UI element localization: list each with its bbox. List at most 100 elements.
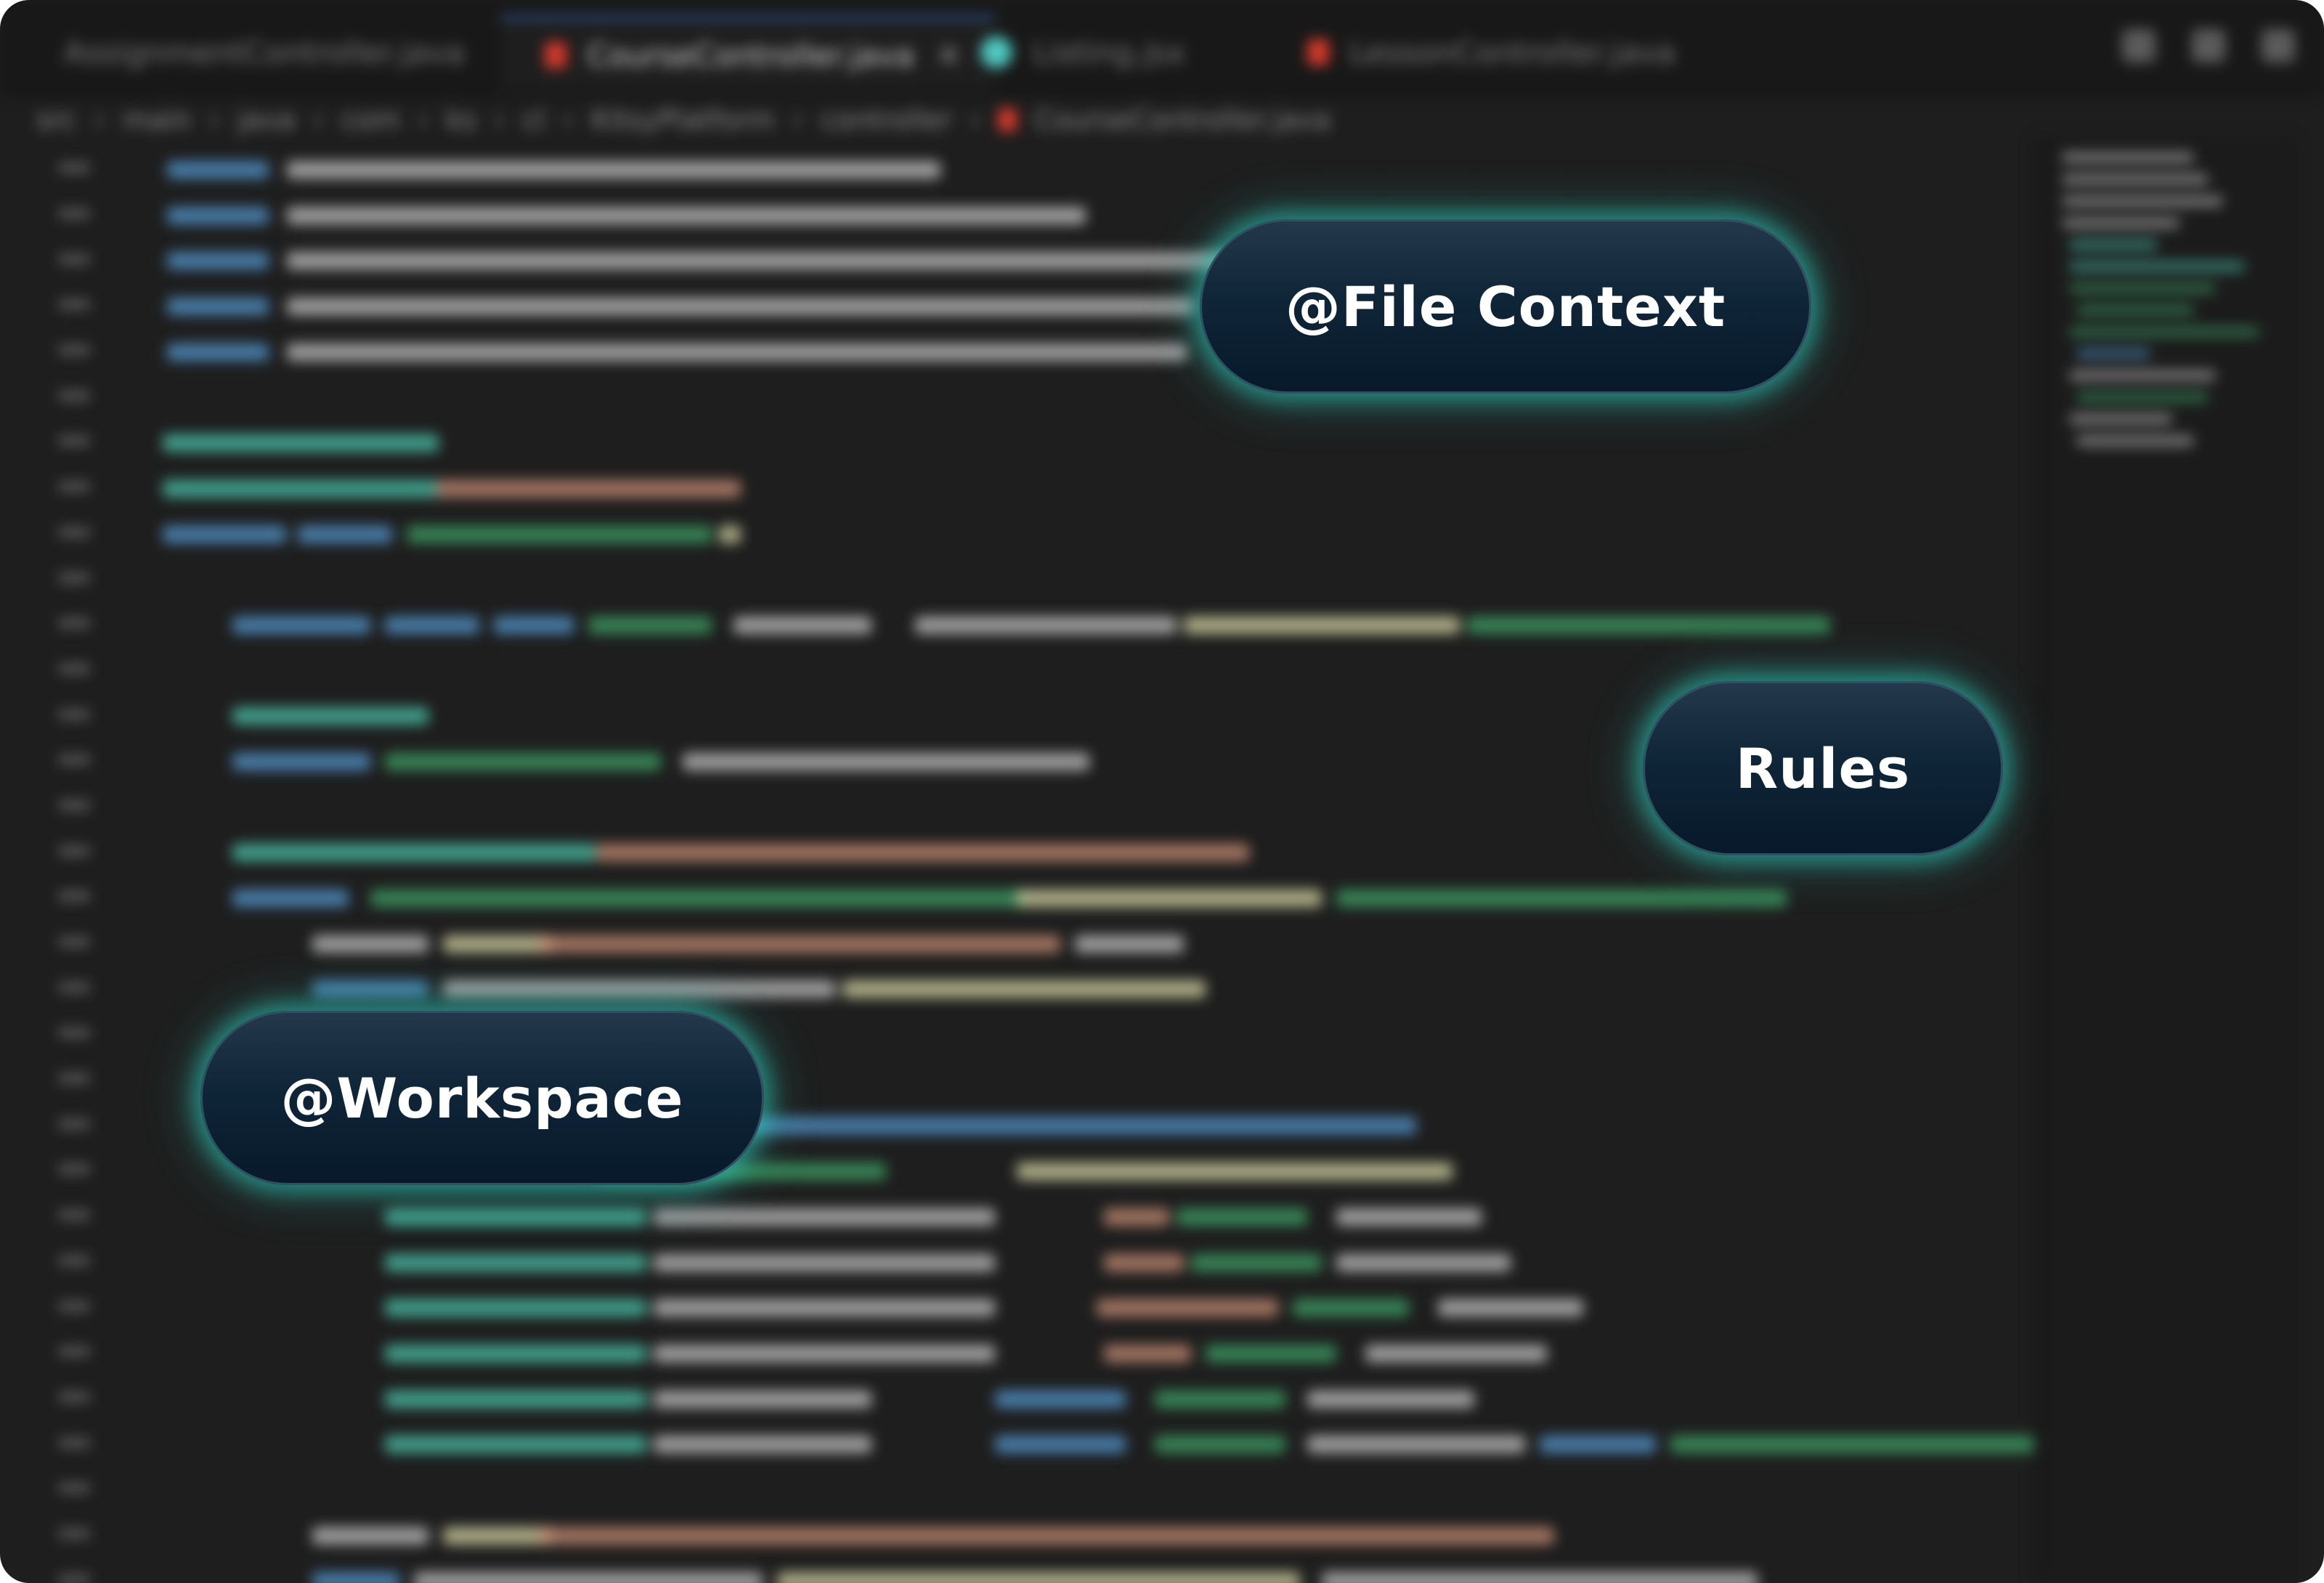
line-number <box>58 1283 102 1329</box>
code-token <box>654 1299 995 1317</box>
minimap-line <box>2063 196 2222 206</box>
code-token <box>163 525 286 543</box>
line-number <box>58 1147 102 1192</box>
code-line[interactable] <box>160 601 2048 646</box>
breadcrumb-item[interactable]: controller <box>821 104 952 136</box>
line-number <box>58 282 102 327</box>
workspace-pill[interactable]: @Workspace <box>200 1011 764 1185</box>
code-token <box>1017 890 1322 907</box>
code-token <box>167 298 269 316</box>
code-line[interactable] <box>160 1192 2048 1238</box>
line-number <box>58 1010 102 1056</box>
code-token <box>1336 1208 1482 1226</box>
code-token <box>407 525 712 543</box>
breadcrumb-item[interactable]: com <box>341 104 400 136</box>
java-file-icon <box>998 108 1017 131</box>
breadcrumb-item[interactable]: java <box>237 104 296 136</box>
chevron-right-icon: › <box>970 104 981 136</box>
code-line[interactable] <box>160 1556 2048 1583</box>
breadcrumb-item[interactable]: CourseController.java <box>1034 104 1330 136</box>
code-line[interactable] <box>160 1511 2048 1557</box>
code-token <box>385 1208 646 1226</box>
code-token <box>385 1436 646 1454</box>
code-line[interactable] <box>160 1283 2048 1329</box>
line-number <box>58 874 102 919</box>
line-number <box>58 737 102 783</box>
code-token <box>588 616 712 634</box>
tab-listing[interactable]: Listing.jsx <box>980 16 1271 89</box>
code-token <box>683 752 1089 770</box>
more-icon[interactable] <box>2262 29 2295 62</box>
code-line[interactable] <box>160 1420 2179 1465</box>
code-token <box>1365 1344 1547 1362</box>
tab-assignment-controller[interactable]: AssignmentController.java <box>44 16 464 89</box>
minimap-line <box>2063 174 2208 184</box>
code-line[interactable] <box>160 145 2048 191</box>
code-line[interactable] <box>160 919 2048 965</box>
close-icon[interactable]: ✕ <box>936 38 962 73</box>
code-token <box>654 1390 871 1408</box>
minimap-line <box>2070 261 2244 272</box>
code-token <box>312 935 428 953</box>
code-token <box>167 343 269 361</box>
chevron-right-icon: › <box>792 104 803 136</box>
breadcrumb-item[interactable]: ks <box>446 104 476 136</box>
code-token <box>719 525 741 543</box>
code-line[interactable] <box>160 1375 2048 1420</box>
breadcrumb-item[interactable]: cl <box>522 104 545 136</box>
code-token <box>1017 1163 1452 1181</box>
line-number <box>58 646 102 692</box>
code-line[interactable] <box>160 1238 2048 1284</box>
code-token <box>232 616 370 634</box>
code-token <box>995 1390 1126 1408</box>
line-number <box>58 1375 102 1420</box>
run-icon[interactable] <box>2122 29 2156 62</box>
tab-course-controller[interactable]: CourseController.java ✕ <box>501 16 995 91</box>
tab-label: CourseController.java <box>587 37 914 73</box>
code-line[interactable] <box>160 510 2048 556</box>
code-line[interactable] <box>160 418 2048 464</box>
code-token <box>287 161 940 179</box>
breadcrumb: src › main › java › com › ks › cl › KitsyPlatf… <box>36 98 1330 142</box>
breadcrumb-item[interactable]: src <box>36 104 76 136</box>
code-token <box>370 890 1024 907</box>
minimap[interactable] <box>2048 138 2295 1583</box>
code-line[interactable] <box>160 874 2048 919</box>
code-line[interactable] <box>160 555 2048 601</box>
line-number <box>58 555 102 601</box>
chevron-right-icon: › <box>493 104 505 136</box>
pill-label: @File Context <box>1285 274 1726 339</box>
pill-label: @Workspace <box>280 1065 684 1131</box>
code-token <box>915 616 1177 634</box>
code-token <box>1177 1208 1307 1226</box>
code-token <box>741 1117 1416 1135</box>
line-number <box>58 1329 102 1375</box>
code-token <box>232 844 596 862</box>
react-file-icon <box>980 36 1012 68</box>
breadcrumb-item[interactable]: KitsyPlatform <box>591 104 775 136</box>
code-token <box>1104 1208 1169 1226</box>
code-token <box>414 1572 763 1583</box>
tab-lesson-controller[interactable]: LessonController.java <box>1307 16 1714 89</box>
code-token <box>287 206 1086 224</box>
code-token <box>287 298 1195 316</box>
code-token <box>1540 1436 1656 1454</box>
line-number <box>58 783 102 829</box>
minimap-line <box>2070 240 2157 250</box>
editor-scrollbar[interactable] <box>2033 138 2048 1583</box>
rules-pill[interactable]: Rules <box>1643 681 2003 855</box>
breadcrumb-item[interactable]: main <box>123 104 192 136</box>
line-number <box>58 1238 102 1284</box>
minimap-line <box>2070 283 2215 293</box>
code-line[interactable] <box>160 1329 2048 1375</box>
editor-actions <box>2122 29 2295 62</box>
code-token <box>385 752 661 770</box>
code-line[interactable] <box>160 464 2048 510</box>
line-number <box>58 919 102 965</box>
code-line[interactable] <box>160 1465 2048 1511</box>
line-number <box>58 691 102 737</box>
file-context-pill[interactable]: @File Context <box>1200 219 1811 394</box>
split-editor-icon[interactable] <box>2192 29 2225 62</box>
code-line[interactable] <box>160 964 2048 1010</box>
minimap-line <box>2070 370 2215 381</box>
